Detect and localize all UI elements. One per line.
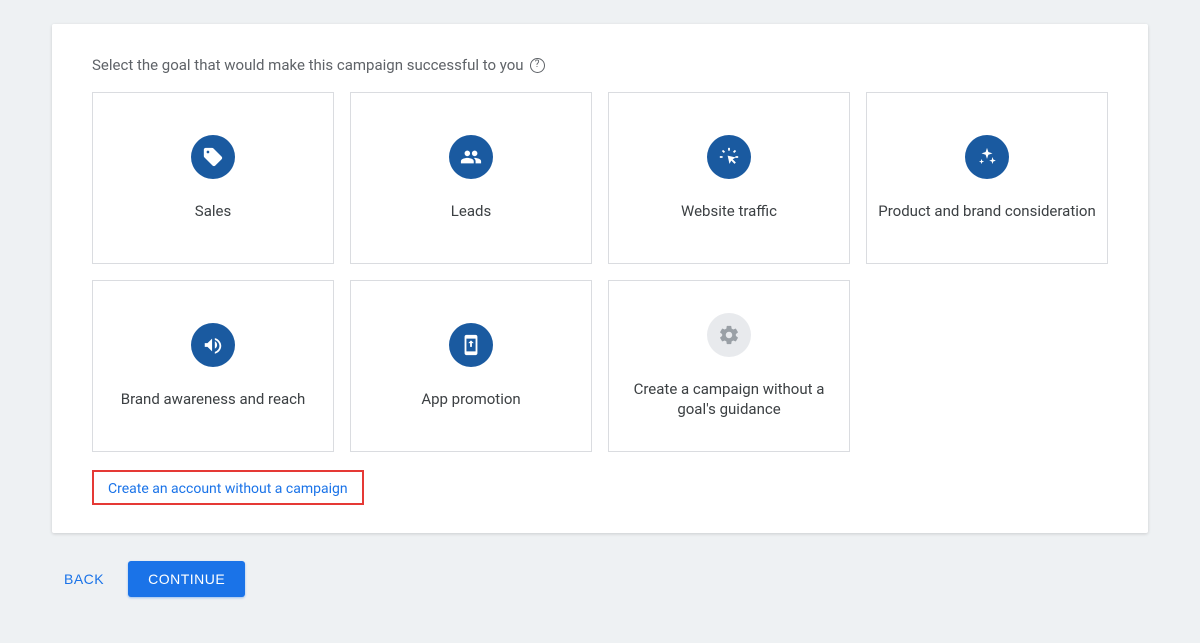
sparkle-icon — [965, 135, 1009, 179]
back-button[interactable]: BACK — [64, 571, 104, 587]
link-row: Create an account without a campaign — [92, 470, 1108, 505]
click-icon — [707, 135, 751, 179]
goal-panel: Select the goal that would make this cam… — [52, 24, 1148, 533]
goal-label: Product and brand consideration — [878, 201, 1095, 221]
goal-label: Brand awareness and reach — [121, 389, 305, 409]
goal-label: Leads — [451, 201, 491, 221]
help-icon[interactable]: ? — [530, 58, 545, 73]
goal-card-app-promotion[interactable]: App promotion — [350, 280, 592, 452]
goal-label: Create a campaign without a goal's guida… — [619, 379, 839, 420]
goal-card-no-goal[interactable]: Create a campaign without a goal's guida… — [608, 280, 850, 452]
phone-icon — [449, 323, 493, 367]
goal-label: Sales — [195, 201, 231, 221]
goal-card-leads[interactable]: Leads — [350, 92, 592, 264]
goal-grid: Sales Leads Website traffic Product and … — [92, 92, 1108, 452]
goal-card-sales[interactable]: Sales — [92, 92, 334, 264]
tag-icon — [191, 135, 235, 179]
people-icon — [449, 135, 493, 179]
megaphone-icon — [191, 323, 235, 367]
prompt-text: Select the goal that would make this cam… — [92, 56, 524, 74]
prompt-row: Select the goal that would make this cam… — [92, 56, 1108, 74]
create-account-link[interactable]: Create an account without a campaign — [108, 481, 348, 497]
goal-label: App promotion — [421, 389, 520, 409]
goal-label: Website traffic — [681, 201, 777, 221]
create-account-link-highlight: Create an account without a campaign — [92, 470, 364, 505]
gear-icon — [707, 313, 751, 357]
footer-row: BACK CONTINUE — [52, 561, 1148, 597]
goal-card-website-traffic[interactable]: Website traffic — [608, 92, 850, 264]
goal-card-brand-consideration[interactable]: Product and brand consideration — [866, 92, 1108, 264]
continue-button[interactable]: CONTINUE — [128, 561, 245, 597]
goal-card-brand-awareness[interactable]: Brand awareness and reach — [92, 280, 334, 452]
